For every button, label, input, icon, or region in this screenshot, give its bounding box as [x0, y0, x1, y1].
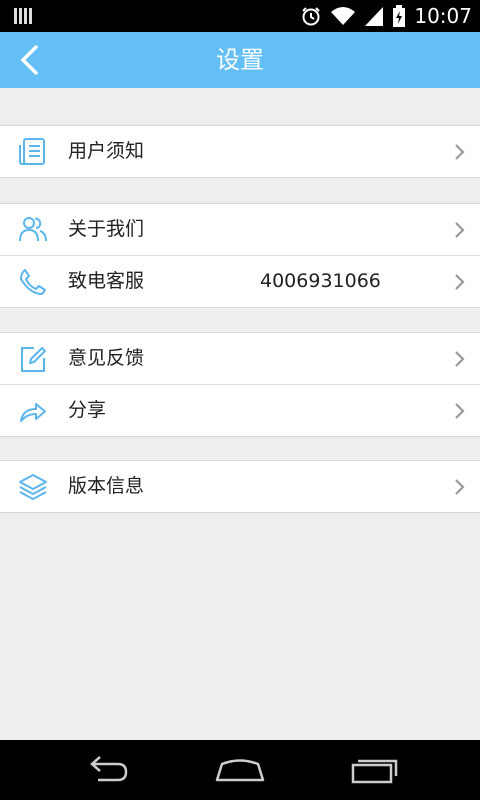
- settings-group-feedback: 意见反馈 分享: [0, 332, 480, 437]
- page-title: 设置: [216, 46, 264, 74]
- settings-item-about-us[interactable]: 关于我们: [0, 204, 480, 255]
- settings-item-share[interactable]: 分享: [0, 384, 480, 436]
- recent-apps-icon[interactable]: [348, 754, 400, 786]
- battery-icon: [393, 5, 406, 27]
- app-bar: 设置: [0, 32, 480, 88]
- customer-service-phone[interactable]: 4006931066: [260, 256, 381, 307]
- status-bar: 10:07: [0, 0, 480, 32]
- chevron-right-icon: [455, 274, 465, 290]
- settings-item-version-info[interactable]: 版本信息: [0, 461, 480, 512]
- system-navigation-bar: [0, 740, 480, 800]
- chevron-right-icon: [455, 351, 465, 367]
- wifi-icon: [331, 7, 356, 25]
- settings-item-label: 版本信息: [68, 475, 145, 497]
- alarm-icon: [302, 7, 321, 26]
- phone-icon: [20, 269, 46, 295]
- settings-item-label: 关于我们: [68, 218, 145, 240]
- settings-item-feedback[interactable]: 意见反馈: [0, 333, 480, 384]
- sim-card-icon: [14, 8, 32, 24]
- chevron-right-icon: [455, 222, 465, 238]
- status-time: 10:07: [414, 4, 472, 28]
- settings-group-contact: 关于我们 致电客服 4006931066: [0, 203, 480, 308]
- users-icon: [19, 217, 47, 242]
- settings-item-call-service[interactable]: 致电客服 4006931066: [0, 255, 480, 307]
- settings-item-label: 分享: [68, 399, 107, 421]
- settings-group-terms: 用户须知: [0, 125, 480, 178]
- home-icon[interactable]: [214, 754, 266, 786]
- chevron-right-icon: [455, 403, 465, 419]
- settings-item-label: 用户须知: [68, 140, 145, 162]
- chevron-right-icon: [455, 144, 465, 160]
- signal-icon: [365, 7, 384, 26]
- settings-item-user-notice[interactable]: 用户须知: [0, 126, 480, 177]
- share-icon: [20, 403, 46, 422]
- settings-group-version: 版本信息: [0, 460, 480, 513]
- document-list-icon: [19, 138, 45, 165]
- settings-item-label: 致电客服: [68, 270, 145, 292]
- edit-icon: [21, 347, 46, 372]
- back-icon[interactable]: [80, 754, 132, 786]
- settings-item-label: 意见反馈: [68, 347, 145, 369]
- layers-icon: [19, 474, 47, 500]
- chevron-right-icon: [455, 479, 465, 495]
